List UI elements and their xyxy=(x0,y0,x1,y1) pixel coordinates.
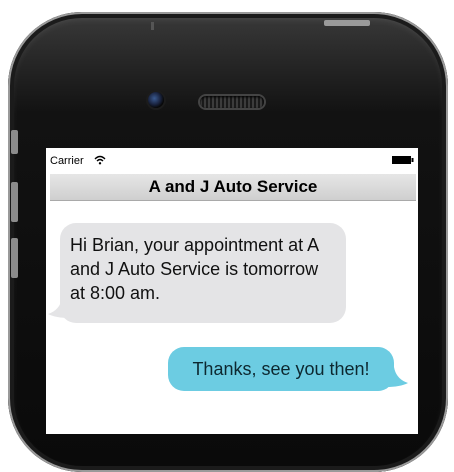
speaker-grille-icon xyxy=(200,96,264,108)
camera-icon xyxy=(148,92,164,108)
page-title: A and J Auto Service xyxy=(148,177,318,196)
conversation-title-bar: A and J Auto Service xyxy=(50,174,416,201)
volume-up-button xyxy=(11,182,18,222)
frame-seam xyxy=(151,22,154,30)
volume-down-button xyxy=(11,238,18,278)
wifi-icon xyxy=(94,155,106,165)
outgoing-bubble-tail xyxy=(386,367,408,387)
battery-icon xyxy=(392,156,414,164)
incoming-message-text: Hi Brian, your appointment at A and J Au… xyxy=(70,235,319,303)
outgoing-message-text: Thanks, see you then! xyxy=(192,359,370,379)
phone-screen: Carrier A and J Auto Service Hi Brian, y… xyxy=(46,148,418,434)
status-bar: Carrier xyxy=(46,148,418,174)
mute-switch xyxy=(11,130,18,154)
carrier-label: Carrier xyxy=(50,155,84,167)
sleep-wake-button xyxy=(324,20,370,26)
outgoing-message-bubble[interactable]: Thanks, see you then! xyxy=(168,347,394,391)
incoming-message-bubble[interactable]: Hi Brian, your appointment at A and J Au… xyxy=(60,223,346,323)
incoming-bubble-tail xyxy=(48,298,70,318)
